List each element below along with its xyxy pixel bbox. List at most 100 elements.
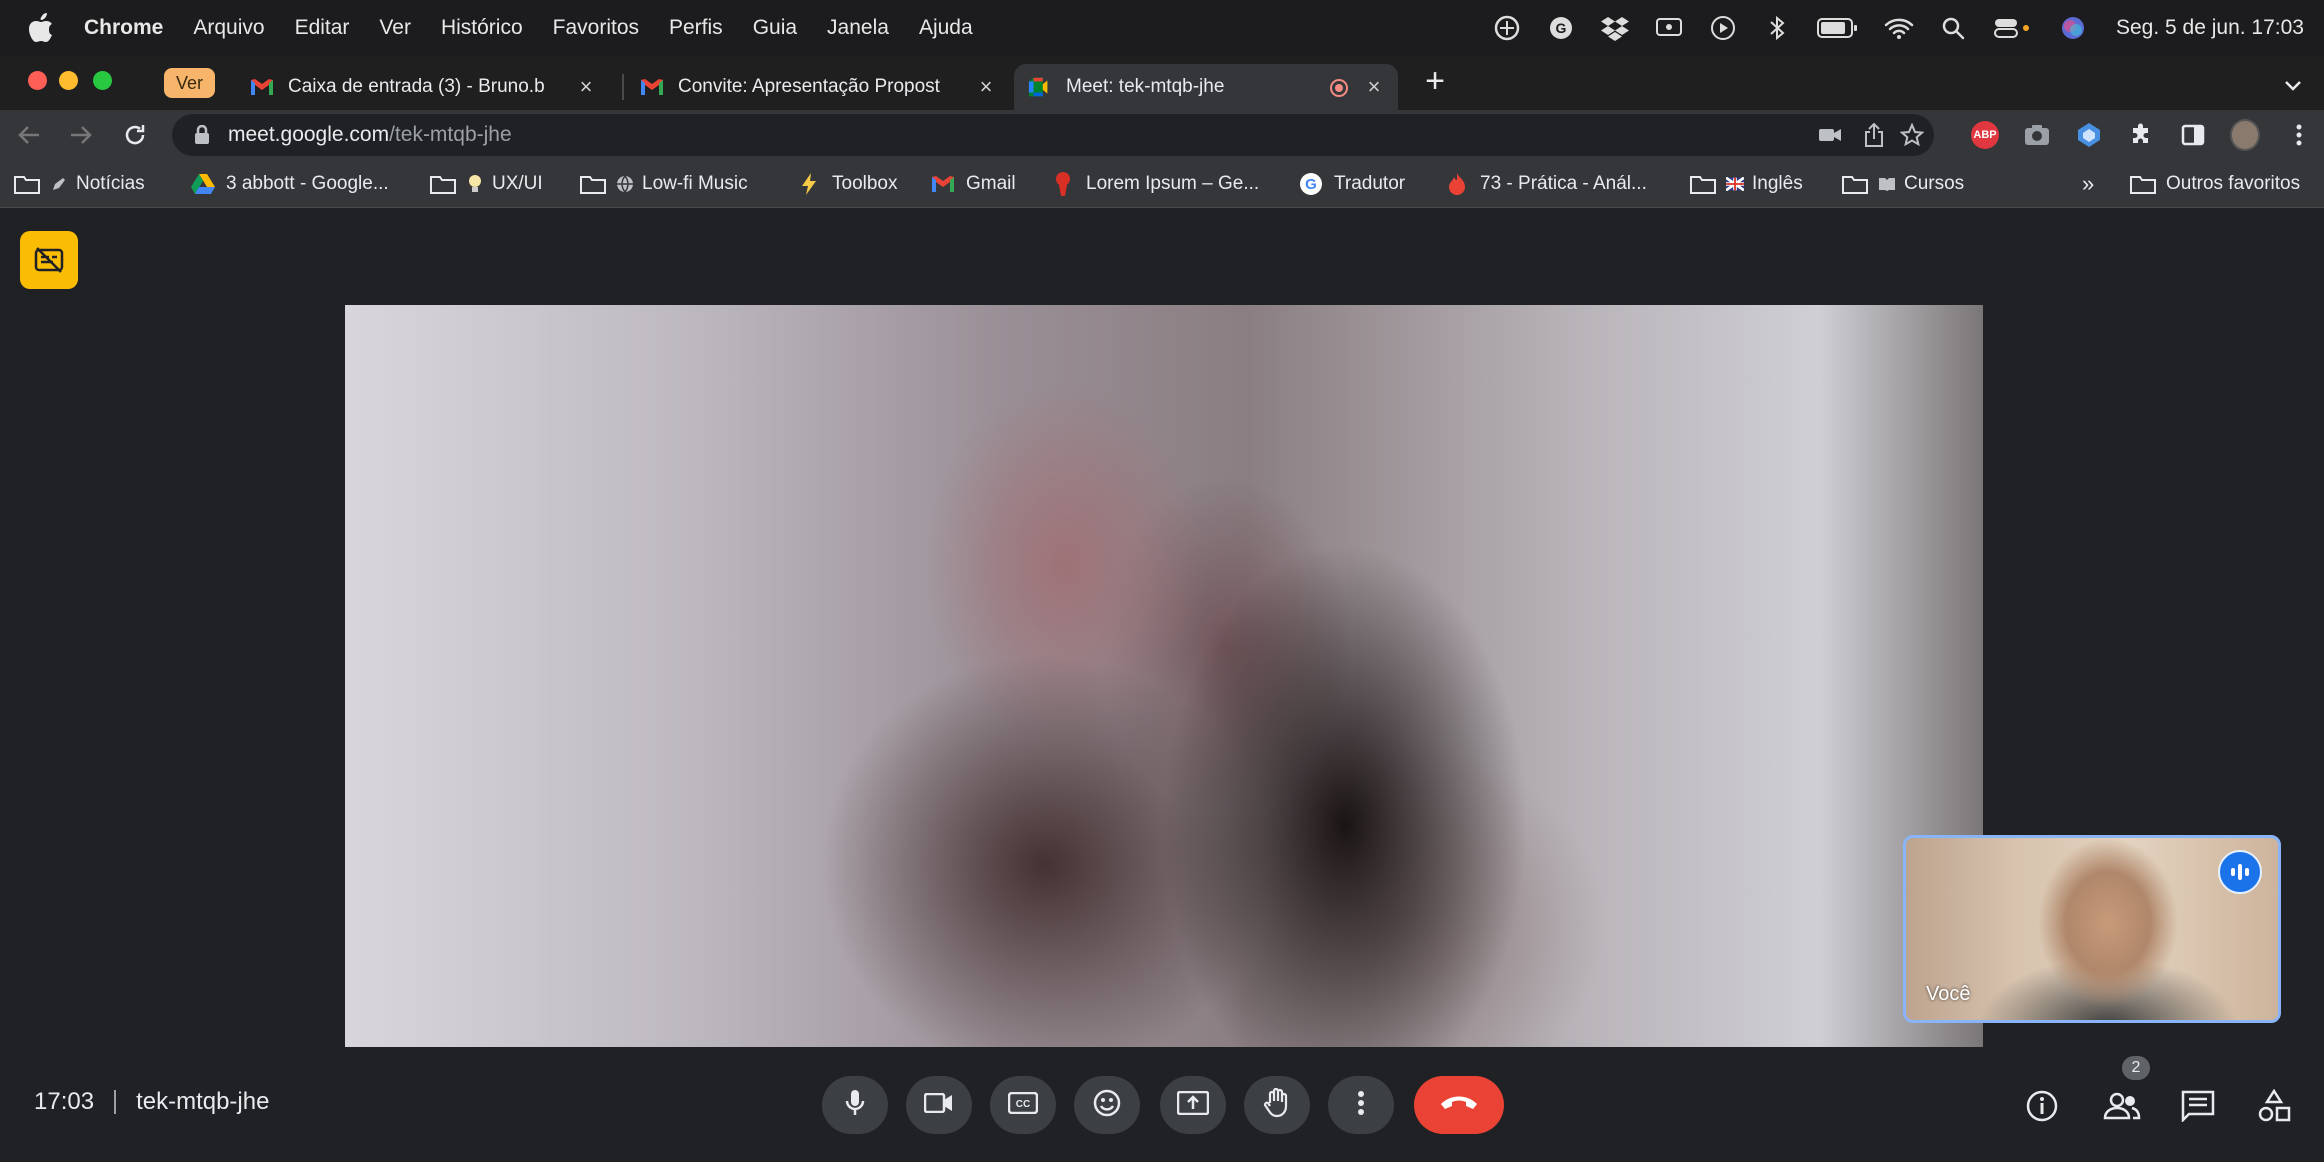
menu-bar-status-area: G Seg. 5 de jun. 17:03: [1492, 0, 2304, 56]
wifi-icon[interactable]: [1884, 13, 1914, 43]
meet-call-area: Você: [0, 209, 2324, 1162]
bookmark-toolbox[interactable]: Toolbox: [796, 168, 898, 200]
bookmark-other-favorites[interactable]: Outros favoritos: [2130, 168, 2300, 200]
book-icon: [1878, 174, 1896, 194]
vpn-icon[interactable]: [1492, 13, 1522, 43]
macos-menu-bar: Chrome Arquivo Editar Ver Histórico Favo…: [0, 0, 2324, 56]
menu-guia[interactable]: Guia: [753, 16, 797, 40]
more-vertical-icon[interactable]: [2284, 120, 2314, 150]
forward-arrow-icon[interactable]: [66, 120, 96, 150]
share-icon[interactable]: [1860, 121, 1888, 149]
bookmark-pratica[interactable]: 73 - Prática - Anál...: [1444, 168, 1647, 200]
captions-button[interactable]: CC: [990, 1076, 1056, 1134]
extension-blue-icon[interactable]: [2074, 120, 2104, 150]
lock-icon[interactable]: [190, 123, 214, 147]
grammarly-icon[interactable]: G: [1546, 13, 1576, 43]
captions-off-badge[interactable]: [20, 231, 78, 289]
bookmark-star-icon[interactable]: [1898, 121, 1926, 149]
tab-meet[interactable]: Meet: tek-mtqb-jhe ×: [1014, 64, 1398, 110]
more-options-button[interactable]: [1328, 1076, 1394, 1134]
people-icon[interactable]: [2100, 1086, 2144, 1126]
siri-icon[interactable]: [2058, 13, 2088, 43]
profile-avatar[interactable]: [2230, 119, 2260, 151]
menu-ajuda[interactable]: Ajuda: [919, 16, 973, 40]
bookmark-label: Outros favoritos: [2166, 173, 2301, 194]
spotlight-icon[interactable]: [1938, 13, 1968, 43]
cast-icon[interactable]: [1654, 13, 1684, 43]
participant-count-badge: 2: [2122, 1056, 2150, 1080]
meeting-details-info-icon[interactable]: [2022, 1086, 2062, 1126]
leave-call-button[interactable]: [1414, 1076, 1504, 1134]
reload-icon[interactable]: [120, 120, 150, 150]
play-icon[interactable]: [1708, 13, 1738, 43]
tab-gmail-invite[interactable]: Convite: Apresentação Propost ×: [626, 64, 1010, 110]
bookmark-label: Toolbox: [832, 173, 898, 194]
raise-hand-icon: [1263, 1087, 1291, 1123]
bookmark-label: Inglês: [1752, 173, 1803, 194]
self-view-tile[interactable]: Você: [1903, 835, 2281, 1023]
side-panel-icon[interactable]: [2178, 120, 2208, 150]
tab-close-icon[interactable]: ×: [1362, 74, 1386, 99]
menu-arquivo[interactable]: Arquivo: [193, 16, 264, 40]
adblock-plus-icon[interactable]: ABP: [1970, 120, 2000, 150]
menu-ver[interactable]: Ver: [379, 16, 411, 40]
bookmark-label: 3 abbott - Google...: [226, 173, 389, 194]
raise-hand-button[interactable]: [1244, 1076, 1310, 1134]
bookmark-gmail[interactable]: Gmail: [930, 168, 1016, 200]
control-center-icon[interactable]: [1992, 13, 2034, 43]
tab-search-chevron-icon[interactable]: [2278, 70, 2308, 100]
microphone-button[interactable]: [822, 1076, 888, 1134]
bookmark-label: Tradutor: [1334, 173, 1406, 194]
back-arrow-icon[interactable]: [14, 120, 44, 150]
window-close-button[interactable]: [28, 71, 47, 90]
menu-bar-clock[interactable]: Seg. 5 de jun. 17:03: [2116, 16, 2304, 40]
tab-group-chip[interactable]: Ver: [164, 68, 216, 98]
menu-app-name[interactable]: Chrome: [84, 16, 163, 40]
bookmark-label: Notícias: [76, 173, 145, 194]
tab-close-icon[interactable]: ×: [974, 74, 998, 99]
bookmark-label: Lorem Ipsum – Ge...: [1086, 173, 1260, 194]
bookmarks-overflow-button[interactable]: »: [2082, 168, 2094, 200]
menu-janela[interactable]: Janela: [827, 16, 889, 40]
tab-title: Meet: tek-mtqb-jhe: [1066, 76, 1225, 97]
battery-icon[interactable]: [1816, 13, 1860, 43]
folder-icon: [580, 173, 606, 195]
bookmark-cursos[interactable]: Cursos: [1842, 168, 1964, 200]
camera-in-use-icon[interactable]: [1816, 121, 1844, 149]
bookmark-abbott[interactable]: 3 abbott - Google...: [190, 168, 389, 200]
window-minimize-button[interactable]: [59, 71, 78, 90]
meet-icon: [1028, 75, 1052, 99]
bookmark-label: 73 - Prática - Anál...: [1480, 173, 1647, 194]
meeting-code: tek-mtqb-jhe: [136, 1088, 270, 1115]
bookmark-noticias[interactable]: Notícias: [14, 168, 145, 200]
bookmark-ingles[interactable]: Inglês: [1690, 168, 1803, 200]
menu-editar[interactable]: Editar: [295, 16, 350, 40]
camera-button[interactable]: [906, 1076, 972, 1134]
new-tab-button[interactable]: +: [1418, 62, 1452, 100]
menu-historico[interactable]: Histórico: [441, 16, 523, 40]
bookmark-label: UX/UI: [492, 173, 543, 194]
menu-favoritos[interactable]: Favoritos: [553, 16, 639, 40]
bookmark-tradutor[interactable]: G Tradutor: [1298, 168, 1405, 200]
bluetooth-icon[interactable]: [1762, 13, 1792, 43]
menu-perfis[interactable]: Perfis: [669, 16, 723, 40]
window-zoom-button[interactable]: [93, 71, 112, 90]
dropbox-icon[interactable]: [1600, 13, 1630, 43]
tab-gmail-inbox[interactable]: Caixa de entrada (3) - Bruno.b ×: [236, 64, 610, 110]
bookmark-lofi-music[interactable]: Low-fi Music: [580, 168, 748, 200]
tab-title: Caixa de entrada (3) - Bruno.b: [288, 76, 545, 97]
main-video-feed[interactable]: [345, 305, 1983, 1047]
bookmark-uxui[interactable]: UX/UI: [430, 168, 543, 200]
meet-control-bar: 17:03 tek-mtqb-jhe CC 2: [0, 1036, 2324, 1162]
bookmark-lorem-ipsum[interactable]: Lorem Ipsum – Ge...: [1050, 168, 1259, 200]
tab-close-icon[interactable]: ×: [574, 74, 598, 99]
reactions-button[interactable]: [1074, 1076, 1140, 1134]
screenshot-extension-icon[interactable]: [2022, 120, 2052, 150]
chat-icon[interactable]: [2178, 1086, 2218, 1126]
activities-icon[interactable]: [2254, 1086, 2294, 1126]
present-screen-button[interactable]: [1160, 1076, 1226, 1134]
bookmark-label: Low-fi Music: [642, 173, 748, 194]
apple-icon[interactable]: [24, 11, 58, 45]
extensions-puzzle-icon[interactable]: [2126, 120, 2156, 150]
address-bar[interactable]: meet.google.com /tek-mtqb-jhe: [172, 114, 1934, 156]
